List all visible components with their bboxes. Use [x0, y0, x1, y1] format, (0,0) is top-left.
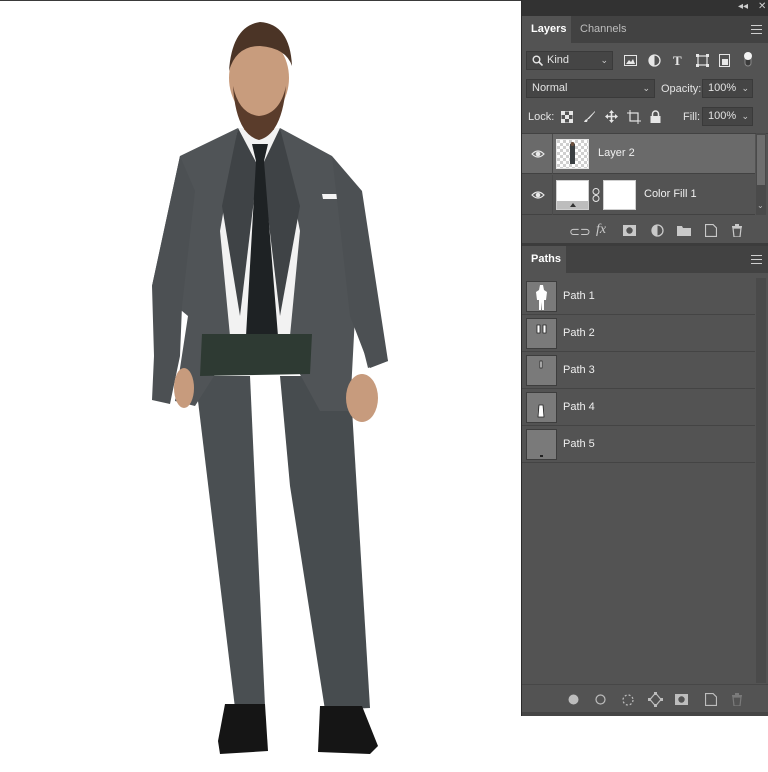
- fill-input[interactable]: 100% ⌄: [702, 107, 753, 126]
- path-row[interactable]: Path 3: [522, 352, 755, 389]
- chevron-down-icon[interactable]: ⌄: [741, 80, 749, 97]
- adjustment-icon[interactable]: [651, 224, 664, 237]
- layers-tab-bar: Layers Channels: [522, 16, 768, 43]
- make-work-path-icon[interactable]: [648, 692, 663, 707]
- panel-topbar: ◂◂ ✕: [522, 0, 768, 16]
- collapse-panel-icon[interactable]: ◂◂: [738, 1, 748, 12]
- layers-list: Layer 2 Color Fill 1: [522, 133, 768, 216]
- paths-scrollbar[interactable]: [756, 278, 766, 683]
- fill-label: Fill:: [683, 111, 701, 123]
- chevron-down-icon: ⌄: [600, 55, 608, 65]
- path-thumbnail: [526, 392, 557, 423]
- layer-name[interactable]: Layer 2: [598, 147, 635, 159]
- tab-paths[interactable]: Paths: [522, 246, 566, 273]
- paths-tab-bar: Paths: [522, 246, 768, 273]
- add-mask-icon[interactable]: [675, 694, 688, 705]
- layer-row[interactable]: Color Fill 1: [522, 175, 755, 215]
- lock-transparent-icon[interactable]: [561, 111, 573, 123]
- shape-filter-icon[interactable]: [696, 54, 709, 67]
- blend-mode-value: Normal: [532, 82, 568, 94]
- chevron-down-icon[interactable]: ⌄: [741, 108, 749, 125]
- opacity-label: Opacity:: [661, 83, 702, 95]
- path-row[interactable]: Path 2: [522, 315, 755, 352]
- opacity-input[interactable]: 100% ⌄: [702, 79, 753, 98]
- load-selection-icon[interactable]: [622, 694, 634, 706]
- document-canvas[interactable]: [0, 0, 521, 772]
- fill-path-icon[interactable]: [568, 694, 579, 705]
- path-name[interactable]: Path 2: [563, 327, 595, 339]
- lock-all-icon[interactable]: [650, 110, 661, 123]
- image-filter-icon[interactable]: [624, 55, 637, 66]
- layer-row[interactable]: Layer 2: [522, 134, 755, 174]
- layer-thumbnail: [556, 139, 589, 169]
- group-folder-icon[interactable]: [677, 225, 691, 236]
- fill-value: 100%: [708, 110, 737, 122]
- stroke-path-icon[interactable]: [595, 694, 606, 705]
- eye-icon[interactable]: [531, 188, 545, 202]
- blend-opacity-row: Normal ⌄ Opacity: 100% ⌄: [522, 79, 768, 101]
- blend-mode-dropdown[interactable]: Normal ⌄: [526, 79, 655, 98]
- path-row[interactable]: Path 4: [522, 389, 755, 426]
- type-filter-icon[interactable]: T: [673, 53, 682, 69]
- add-mask-icon[interactable]: [623, 225, 636, 236]
- path-name[interactable]: Path 5: [563, 438, 595, 450]
- layers-scrollbar[interactable]: ⌄: [756, 133, 766, 215]
- panel-menu-icon[interactable]: [751, 25, 762, 34]
- chevron-down-icon: ⌄: [642, 83, 650, 93]
- kind-filter-label: Kind: [547, 54, 570, 66]
- adjustment-filter-icon[interactable]: [648, 54, 661, 67]
- layers-footer-toolbar: ⊂⊃ fx: [522, 216, 768, 246]
- opacity-value: 100%: [708, 82, 737, 94]
- path-name[interactable]: Path 3: [563, 364, 595, 376]
- lock-image-icon[interactable]: [583, 110, 596, 123]
- path-name[interactable]: Path 4: [563, 401, 595, 413]
- link-layers-icon[interactable]: ⊂⊃: [569, 224, 591, 240]
- paths-footer-toolbar: [522, 684, 768, 715]
- panel-menu-icon[interactable]: [751, 255, 762, 264]
- trash-icon[interactable]: [731, 693, 743, 706]
- lock-artboard-icon[interactable]: [627, 110, 641, 124]
- new-layer-icon[interactable]: [705, 224, 717, 237]
- layers-paths-panel: ◂◂ ✕ Layers Channels Kind ⌄ T Normal ⌄ O…: [521, 0, 768, 716]
- layer-mask-thumbnail: [603, 180, 636, 210]
- kind-filter-dropdown[interactable]: Kind ⌄: [526, 51, 613, 70]
- tab-layers[interactable]: Layers: [522, 16, 571, 43]
- lock-position-icon[interactable]: [605, 110, 618, 123]
- search-icon: [532, 55, 543, 66]
- link-icon[interactable]: [592, 188, 600, 202]
- path-name[interactable]: Path 1: [563, 290, 595, 302]
- path-row[interactable]: Path 1: [522, 278, 755, 315]
- fx-icon[interactable]: fx: [596, 222, 606, 238]
- tab-channels[interactable]: Channels: [571, 16, 635, 43]
- path-thumbnail: [526, 281, 557, 312]
- layer-name[interactable]: Color Fill 1: [644, 188, 697, 200]
- new-path-icon[interactable]: [705, 693, 717, 706]
- path-thumbnail: [526, 355, 557, 386]
- fill-adjustment-thumbnail: [556, 180, 589, 210]
- eye-icon[interactable]: [531, 147, 545, 161]
- man-in-suit-image: [152, 22, 388, 754]
- close-panel-icon[interactable]: ✕: [758, 1, 766, 12]
- lock-fill-row: Lock: Fill: 100% ⌄: [522, 107, 768, 129]
- smart-object-filter-icon[interactable]: [719, 54, 731, 67]
- empty-workspace: [521, 716, 768, 772]
- layer-filter-row: Kind ⌄ T: [522, 50, 768, 72]
- lock-label: Lock:: [528, 111, 555, 123]
- trash-icon[interactable]: [731, 224, 743, 237]
- path-thumbnail: [526, 429, 557, 460]
- path-thumbnail: [526, 318, 557, 349]
- filter-toggle-icon[interactable]: [741, 50, 755, 68]
- paths-list: Path 1 Path 2 Path 3 Path 4 Path 5: [522, 278, 768, 463]
- path-row[interactable]: Path 5: [522, 426, 755, 463]
